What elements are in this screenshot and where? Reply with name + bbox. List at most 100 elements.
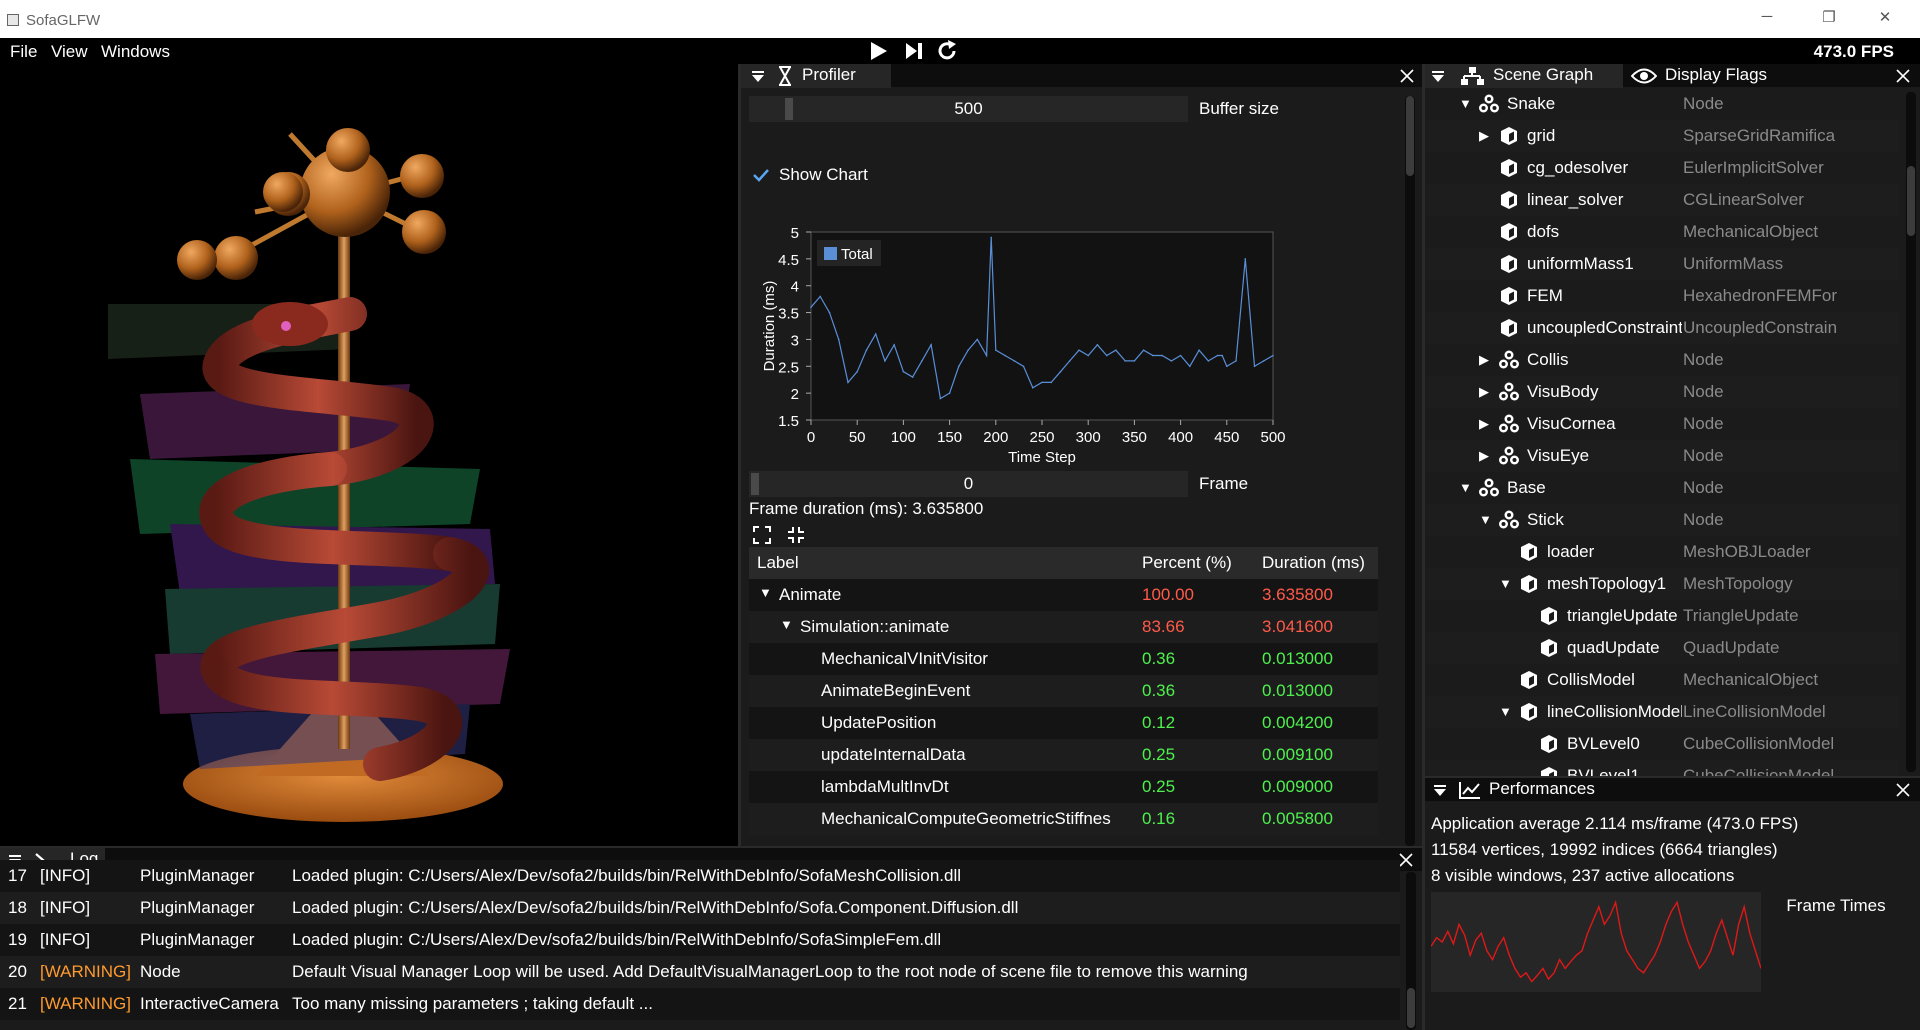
row-label: MechanicalComputeGeometricStiffnes bbox=[821, 809, 1111, 828]
step-button[interactable] bbox=[902, 40, 928, 66]
close-icon[interactable] bbox=[1895, 782, 1911, 798]
scrollbar-thumb[interactable] bbox=[1407, 988, 1415, 1028]
maximize-button[interactable]: ❐ bbox=[1806, 8, 1852, 32]
scene-node[interactable]: ▶ Collis Node bbox=[1429, 344, 1899, 376]
close-window-button[interactable]: ✕ bbox=[1862, 8, 1908, 32]
scene-node[interactable]: loader MeshOBJLoader bbox=[1429, 536, 1899, 568]
tab-scene-graph-label[interactable]: Scene Graph bbox=[1493, 65, 1593, 85]
collapse-all-icon[interactable] bbox=[787, 526, 805, 544]
menu-windows[interactable]: Windows bbox=[101, 42, 170, 62]
close-icon[interactable] bbox=[1398, 852, 1414, 868]
scene-node[interactable]: ▶ grid SparseGridRamifica bbox=[1429, 120, 1899, 152]
table-row[interactable]: MechanicalComputeGeometricStiffnes 0.16 0.… bbox=[749, 803, 1378, 835]
scene-node[interactable]: uncoupledConstraintCorUncoupledConstrain bbox=[1429, 312, 1899, 344]
perf-average: Application average 2.114 ms/frame (473.… bbox=[1431, 814, 1799, 833]
col-percent[interactable]: Percent (%) bbox=[1142, 553, 1232, 573]
col-duration[interactable]: Duration (ms) bbox=[1262, 553, 1365, 573]
data-point bbox=[939, 397, 942, 400]
scene-node[interactable]: BVLevel1 CubeCollisionModel bbox=[1429, 760, 1899, 776]
close-icon[interactable] bbox=[1399, 68, 1415, 84]
tab-display-flags[interactable]: Display Flags bbox=[1665, 65, 1767, 85]
table-row[interactable]: updateInternalData 0.25 0.009100 bbox=[749, 739, 1378, 771]
minimize-button[interactable]: ─ bbox=[1744, 8, 1790, 32]
expand-arrow-icon[interactable]: ▼ bbox=[1459, 96, 1472, 111]
row-percent: 83.66 bbox=[1142, 617, 1185, 636]
scrollbar-thumb[interactable] bbox=[1406, 96, 1414, 176]
menu-file[interactable]: File bbox=[10, 42, 37, 62]
expand-arrow-icon[interactable]: ▶ bbox=[1479, 416, 1489, 432]
scene-node[interactable]: quadUpdate QuadUpdate bbox=[1429, 632, 1899, 664]
reload-button[interactable] bbox=[936, 40, 962, 66]
checkbox-check-icon[interactable] bbox=[753, 168, 769, 182]
row-label: UpdatePosition bbox=[821, 713, 937, 732]
log-row[interactable]: 18 [INFO] PluginManager Loaded plugin: C:/U… bbox=[0, 892, 1400, 924]
expand-arrow-icon[interactable]: ▼ bbox=[1459, 480, 1472, 495]
table-row[interactable]: AnimateBeginEvent 0.36 0.013000 bbox=[749, 675, 1378, 707]
scene-node[interactable]: ▼ lineCollisionModel1 LineCollisionModel bbox=[1429, 696, 1899, 728]
scene-node[interactable]: ▶ VisuBody Node bbox=[1429, 376, 1899, 408]
scene-node[interactable]: cg_odesolver EulerImplicitSolver bbox=[1429, 152, 1899, 184]
expand-arrow-icon[interactable]: ▼ bbox=[780, 617, 793, 632]
row-duration: 0.009000 bbox=[1262, 777, 1333, 796]
close-icon[interactable] bbox=[1895, 68, 1911, 84]
log-list: 17 [INFO] PluginManager Loaded plugin: C:/U… bbox=[0, 860, 1400, 1020]
scene-node[interactable]: uniformMass1 UniformMass bbox=[1429, 248, 1899, 280]
scene-node[interactable]: ▼ Stick Node bbox=[1429, 504, 1899, 536]
collapse-icon[interactable] bbox=[1431, 70, 1445, 84]
play-button[interactable] bbox=[866, 40, 892, 66]
scene-node[interactable]: FEM HexahedronFEMFor bbox=[1429, 280, 1899, 312]
y-tick-label: 3 bbox=[791, 332, 799, 349]
expand-arrow-icon[interactable]: ▶ bbox=[1479, 128, 1489, 144]
table-row[interactable]: UpdatePosition 0.12 0.004200 bbox=[749, 707, 1378, 739]
scene-node[interactable]: ▼ Base Node bbox=[1429, 472, 1899, 504]
data-point bbox=[958, 365, 960, 368]
expand-arrow-icon[interactable]: ▶ bbox=[1479, 448, 1489, 464]
table-row[interactable]: ▼ Animate 100.00 3.635800 bbox=[749, 579, 1378, 611]
profiler-scrollbar[interactable] bbox=[1405, 96, 1415, 846]
log-source: PluginManager bbox=[140, 898, 255, 917]
scene-scrollbar[interactable] bbox=[1906, 92, 1916, 772]
scene-node[interactable]: ▼ Snake Node bbox=[1429, 88, 1899, 120]
buffer-size-slider[interactable]: 500 bbox=[749, 96, 1188, 122]
frame-slider[interactable]: 0 bbox=[749, 471, 1188, 497]
performances-header: Performances bbox=[1425, 778, 1920, 802]
log-row[interactable]: 17 [INFO] PluginManager Loaded plugin: C:/U… bbox=[0, 860, 1400, 892]
show-chart-label[interactable]: Show Chart bbox=[779, 165, 868, 185]
data-point bbox=[1262, 360, 1265, 362]
row-duration: 3.635800 bbox=[1262, 585, 1333, 604]
expand-arrow-icon[interactable]: ▶ bbox=[1479, 384, 1489, 400]
scene-node[interactable]: linear_solver CGLinearSolver bbox=[1429, 184, 1899, 216]
scene-node[interactable]: BVLevel0 CubeCollisionModel bbox=[1429, 728, 1899, 760]
log-message: Loaded plugin: C:/Users/Alex/Dev/sofa2/b… bbox=[292, 898, 1019, 917]
log-row[interactable]: 20 [WARNING] Node Default Visual Manager Lo… bbox=[0, 956, 1400, 988]
scene-node[interactable]: dofs MechanicalObject bbox=[1429, 216, 1899, 248]
table-row[interactable]: ▼ Simulation::animate 83.66 3.041600 bbox=[749, 611, 1378, 643]
table-row[interactable]: lambdaMultInvDt 0.25 0.009000 bbox=[749, 771, 1378, 803]
col-label[interactable]: Label bbox=[757, 553, 799, 573]
scene-node[interactable]: ▶ VisuEye Node bbox=[1429, 440, 1899, 472]
row-percent: 0.25 bbox=[1142, 777, 1176, 796]
log-row[interactable]: 21 [WARNING] InteractiveCamera Too many mis… bbox=[0, 988, 1400, 1020]
scene-tree: ▼ Snake Node ▶ grid SparseGridRamifica cg_odes… bbox=[1429, 88, 1899, 776]
scene-node[interactable]: ▶ VisuCornea Node bbox=[1429, 408, 1899, 440]
collapse-icon[interactable] bbox=[751, 70, 765, 84]
table-row[interactable]: MechanicalVInitVisitor 0.36 0.013000 bbox=[749, 643, 1378, 675]
scene-node[interactable]: ▼ meshTopology1 MeshTopology bbox=[1429, 568, 1899, 600]
expand-arrow-icon[interactable]: ▼ bbox=[759, 585, 772, 600]
expand-icon[interactable] bbox=[753, 526, 771, 544]
menu-view[interactable]: View bbox=[51, 42, 88, 62]
log-scrollbar[interactable] bbox=[1406, 872, 1416, 1030]
scene-node[interactable]: CollisModel MechanicalObject bbox=[1429, 664, 1899, 696]
log-source: Node bbox=[140, 962, 181, 981]
log-row[interactable]: 19 [INFO] PluginManager Loaded plugin: C:/U… bbox=[0, 924, 1400, 956]
scene-node-name: loader bbox=[1547, 542, 1595, 561]
expand-arrow-icon[interactable]: ▼ bbox=[1499, 576, 1512, 591]
expand-arrow-icon[interactable]: ▶ bbox=[1479, 352, 1489, 368]
collapse-icon[interactable] bbox=[1433, 784, 1447, 798]
3d-viewport[interactable] bbox=[0, 64, 738, 846]
component-icon bbox=[1541, 735, 1557, 753]
scene-node[interactable]: triangleUpdate TriangleUpdate bbox=[1429, 600, 1899, 632]
scrollbar-thumb[interactable] bbox=[1907, 166, 1915, 236]
expand-arrow-icon[interactable]: ▼ bbox=[1499, 704, 1512, 719]
expand-arrow-icon[interactable]: ▼ bbox=[1479, 512, 1492, 527]
